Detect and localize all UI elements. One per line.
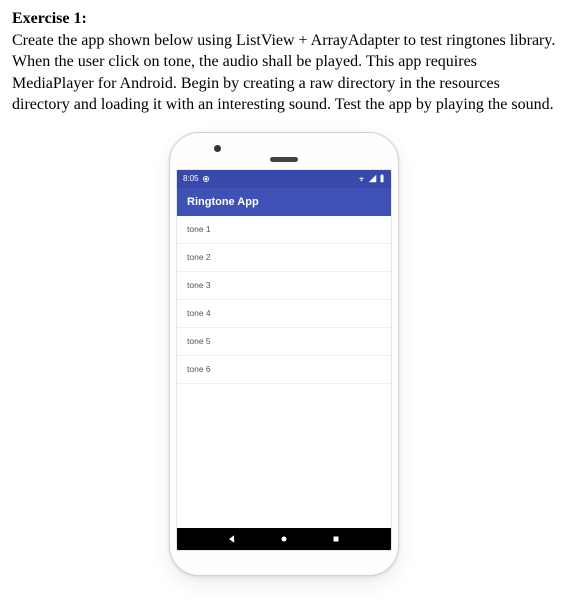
- wifi-icon: [357, 174, 366, 183]
- exercise-heading: Exercise 1:: [12, 8, 556, 30]
- list-item-label: tone 1: [187, 224, 211, 235]
- list-item-label: tone 6: [187, 364, 211, 375]
- android-nav-bar: [177, 528, 391, 550]
- phone-frame: 8:05 Ringto: [169, 132, 399, 576]
- phone-mockup-container: 8:05 Ringto: [12, 132, 556, 576]
- exercise-body: Create the app shown below using ListVie…: [12, 30, 556, 116]
- list-item-label: tone 2: [187, 252, 211, 263]
- app-title: Ringtone App: [187, 195, 259, 210]
- app-bar: Ringtone App: [177, 188, 391, 216]
- exercise-title: Exercise 1:: [12, 10, 87, 27]
- status-left: 8:05: [183, 174, 210, 185]
- battery-icon: [379, 174, 385, 183]
- ringtone-list: tone 1 tone 2 tone 3 tone 4 tone 5 tone …: [177, 216, 391, 528]
- phone-screen: 8:05 Ringto: [176, 169, 392, 551]
- list-item[interactable]: tone 1: [177, 216, 391, 244]
- debug-icon: [202, 175, 210, 183]
- list-item[interactable]: tone 5: [177, 328, 391, 356]
- phone-top-bezel: [176, 139, 392, 169]
- status-time: 8:05: [183, 174, 199, 185]
- list-item[interactable]: tone 3: [177, 272, 391, 300]
- signal-icon: [368, 174, 377, 183]
- back-icon[interactable]: [227, 534, 237, 544]
- phone-bottom-bezel: [176, 551, 392, 569]
- earpiece-slot: [270, 157, 298, 162]
- camera-dot: [214, 145, 221, 152]
- recents-icon[interactable]: [331, 534, 341, 544]
- list-item[interactable]: tone 2: [177, 244, 391, 272]
- list-item[interactable]: tone 6: [177, 356, 391, 384]
- list-item-label: tone 5: [187, 336, 211, 347]
- list-item-label: tone 3: [187, 280, 211, 291]
- status-right: [357, 174, 385, 183]
- list-item[interactable]: tone 4: [177, 300, 391, 328]
- status-bar: 8:05: [177, 170, 391, 188]
- list-item-label: tone 4: [187, 308, 211, 319]
- home-icon[interactable]: [279, 534, 289, 544]
